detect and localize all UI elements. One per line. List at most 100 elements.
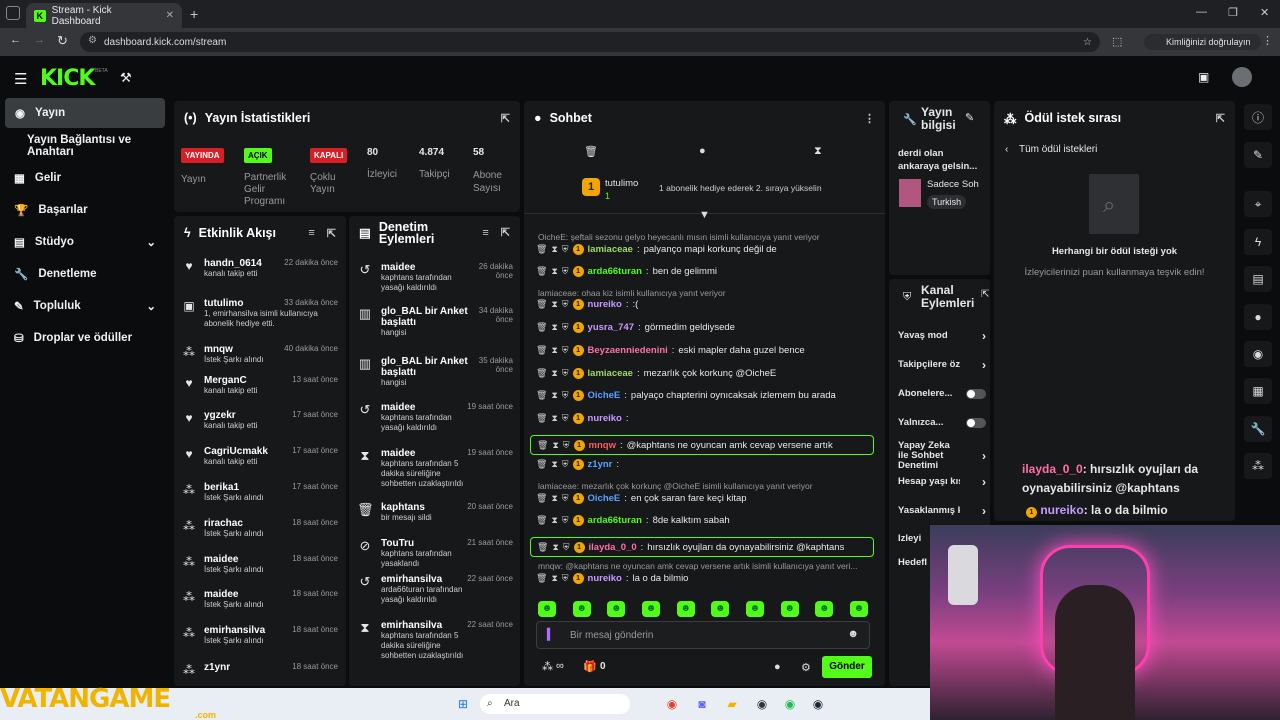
timeout-icon[interactable]: ⧗ [552, 440, 558, 451]
popout-icon[interactable]: ⇱ [501, 227, 510, 239]
layout-icon[interactable]: ▦ [1244, 378, 1272, 404]
moderation-item[interactable]: ⧗ emirhansilva kaphtans tarafından 5 dakik… [349, 620, 520, 661]
chat-username[interactable]: mnqw [589, 440, 616, 451]
trash-icon[interactable]: 🗑 [584, 145, 598, 158]
moderation-item[interactable]: ▥ glo_BAL bir Anket başlattı hangisi 35 dak… [349, 356, 520, 388]
info-icon[interactable]: ⓘ [1244, 104, 1272, 130]
moderation-item[interactable]: ▥ glo_BAL bir Anket başlattı hangisi 34 dak… [349, 306, 520, 338]
delete-message-icon[interactable]: 🗑 [536, 299, 547, 310]
settings-gear-icon[interactable]: ⚙ [801, 661, 811, 674]
filter-icon[interactable]: ≡ [482, 227, 488, 239]
delete-message-icon[interactable]: 🗑 [536, 368, 547, 379]
edit-pencil-icon[interactable]: ✎ [965, 111, 974, 124]
timeout-icon[interactable]: ⧗ [551, 345, 557, 356]
spotify-icon[interactable]: ◉ [780, 694, 800, 714]
chat-message[interactable]: 🗑 ⧗ ⛨ 1 lamiaceae: palyanço mapi korkunç deği… [536, 244, 874, 255]
channel-action-item[interactable]: Yasaklanmış k › [898, 505, 986, 517]
channel-action-item[interactable]: Yavaş mod › [898, 330, 986, 342]
nav-yayin-baglantisi[interactable]: Yayın Bağlantısı ve Anahtarı [0, 133, 170, 159]
chat-message[interactable]: 🗑 ⧗ ⛨ 1 mnqw: @kaphtans ne oyuncan amk cevap … [530, 435, 874, 455]
delete-message-icon[interactable]: 🗑 [536, 459, 547, 470]
emote-icon[interactable]: ☻ [607, 601, 626, 617]
nav-topluluk[interactable]: ✎ Topluluk ⌄ [0, 293, 170, 319]
timeout-icon[interactable]: ⧗ [551, 244, 557, 255]
timeout-icon[interactable]: ⧗ [551, 515, 557, 526]
site-info-icon[interactable]: ⚙ [88, 35, 97, 46]
nav-droplar[interactable]: ⛁ Droplar ve ödüller [0, 325, 170, 351]
channel-action-item[interactable]: Yalnızca... [898, 418, 986, 428]
emote-icon[interactable]: ☻ [745, 601, 764, 617]
moderation-item[interactable]: ⧗ maidee kaphtans tarafından 5 dakika süre… [349, 448, 520, 489]
chat-bubble-icon[interactable]: ● [774, 661, 781, 673]
delete-message-icon[interactable]: 🗑 [536, 573, 547, 584]
steam-icon[interactable]: ◉ [808, 694, 828, 714]
delete-message-icon[interactable]: 🗑 [536, 266, 547, 277]
more-options-icon[interactable]: ⋮ [864, 112, 875, 125]
activity-event[interactable]: ▣ tutulimo 1, emirhansilva isimli kullanıc… [174, 298, 346, 329]
activity-event[interactable]: ⁂ maidee İstek Şarkı alındı 18 saat önce [174, 589, 346, 610]
nav-gelir[interactable]: ▦ Gelir [0, 165, 170, 191]
activity-event[interactable]: ⁂ mnqw İstek Şarkı alındı 40 dakika önce [174, 344, 346, 365]
chat-message[interactable]: 🗑 ⧗ ⛨ 1 arda66turan:8de kalktım sabah [536, 515, 874, 526]
reload-icon[interactable]: ↻ [57, 33, 68, 49]
identity-chip[interactable]: Kimliğinizi doğrulayın [1144, 34, 1261, 50]
delete-message-icon[interactable]: 🗑 [537, 440, 548, 451]
chat-message[interactable]: 🗑 ⧗ ⛨ 1 nureiko: [536, 413, 874, 424]
broadcast-icon[interactable]: ◉ [1244, 341, 1272, 367]
back-icon[interactable]: ← [10, 34, 21, 46]
bookmark-star-icon[interactable]: ☆ [1083, 37, 1092, 48]
timeout-icon[interactable]: ⧗ [551, 413, 557, 424]
send-button[interactable]: Gönder [822, 656, 872, 678]
taskbar-search[interactable]: ⌕ Ara [480, 694, 630, 714]
edit-icon[interactable]: ✎ [1244, 142, 1272, 168]
delete-message-icon[interactable]: 🗑 [537, 542, 548, 553]
emote-icon[interactable]: ☻ [538, 601, 556, 617]
nav-yayin[interactable]: ◉ Yayın [5, 98, 165, 128]
popout-icon[interactable]: ⇱ [501, 112, 510, 125]
maximize-icon[interactable]: ❐ [1228, 6, 1238, 19]
activity-event[interactable]: ♥ CagriUcmakk kanalı takip etti 17 saat önc… [174, 446, 346, 467]
chat-username[interactable]: z1ynr [588, 459, 613, 470]
minimize-icon[interactable]: — [1196, 6, 1207, 18]
emote-icon[interactable]: ☻ [572, 601, 591, 617]
chat-username[interactable]: lamiaceae [588, 368, 633, 379]
reward-icon[interactable]: ⁂ [1244, 453, 1272, 479]
nav-denetleme[interactable]: 🔧 Denetleme [0, 261, 170, 287]
delete-message-icon[interactable]: 🗑 [536, 244, 547, 255]
user-avatar[interactable] [1232, 67, 1252, 87]
url-bar[interactable]: ⚙ dashboard.kick.com/stream ☆ [80, 32, 1100, 52]
activity-event[interactable]: ⁂ z1ynr 18 saat önce [174, 662, 346, 677]
chat-message[interactable]: 🗑 ⧗ ⛨ 1 arda66turan: ben de gelimmi [536, 266, 874, 277]
browser-tab[interactable]: K Stream - Kick Dashboard ✕ [26, 3, 182, 28]
chat-username[interactable]: ilayda_0_0 [589, 542, 637, 553]
moderation-item[interactable]: ⊘ TouTru kaphtans tarafından yasaklandı 21 … [349, 538, 520, 569]
timeout-icon[interactable]: ⧗ [551, 390, 557, 401]
popout-icon[interactable]: ⇱ [981, 289, 989, 300]
emote-icon[interactable]: ☻ [780, 601, 799, 617]
timeout-icon[interactable]: ⧗ [551, 368, 557, 379]
chat-message[interactable]: 🗑 ⧗ ⛨ 1 nureiko::( [536, 299, 874, 310]
chat-message[interactable]: 🗑 ⧗ ⛨ 1 z1ynr: [536, 459, 874, 470]
delete-message-icon[interactable]: 🗑 [536, 322, 547, 333]
channel-action-item[interactable]: Yapay Zeka ile Sohbet Denetimi › [898, 441, 986, 471]
activity-event[interactable]: ⁂ rirachac İstek Şarkı alındı 18 saat önce [174, 518, 346, 539]
chat-message[interactable]: 🗑 ⧗ ⛨ 1 lamiaceae: mezarlık çok korkunç @Oich… [536, 368, 874, 379]
tools-icon[interactable]: ⚒ [120, 70, 132, 86]
activity-event[interactable]: ♥ ygzekr kanalı takip etti 17 saat önce [174, 410, 346, 431]
chat-message[interactable]: 🗑 ⧗ ⛨ 1 Beyzaenniedenini: eski mapler daha gu… [536, 345, 874, 356]
nav-basarilar[interactable]: 🏆 Başarılar [0, 197, 170, 223]
file-explorer-icon[interactable]: ▰ [722, 694, 742, 714]
chat-username[interactable]: OicheE [588, 390, 621, 401]
chat-message[interactable]: 🗑 ⧗ ⛨ 1 yusra_747: görmedim geldiysede [536, 322, 874, 333]
points-icon[interactable]: ⁂ [542, 660, 553, 673]
emoji-icon[interactable]: ☻ [847, 628, 859, 640]
timeout-icon[interactable]: ⧗ [551, 573, 557, 584]
category-name[interactable]: Sadece Soh [927, 179, 979, 190]
back-chevron-icon[interactable]: ‹ [1005, 144, 1008, 155]
close-window-icon[interactable]: ✕ [1260, 6, 1269, 19]
chat-username[interactable]: arda66turan [588, 266, 642, 277]
chat-username[interactable]: nureiko [588, 573, 622, 584]
activity-event[interactable]: ⁂ berika1 İstek Şarkı alındı 17 saat önce [174, 482, 346, 503]
channel-action-item[interactable]: Takipçilere öze › [898, 359, 986, 371]
chat-input[interactable]: ▍ Bir mesaj gönderin ☻ [536, 621, 870, 649]
